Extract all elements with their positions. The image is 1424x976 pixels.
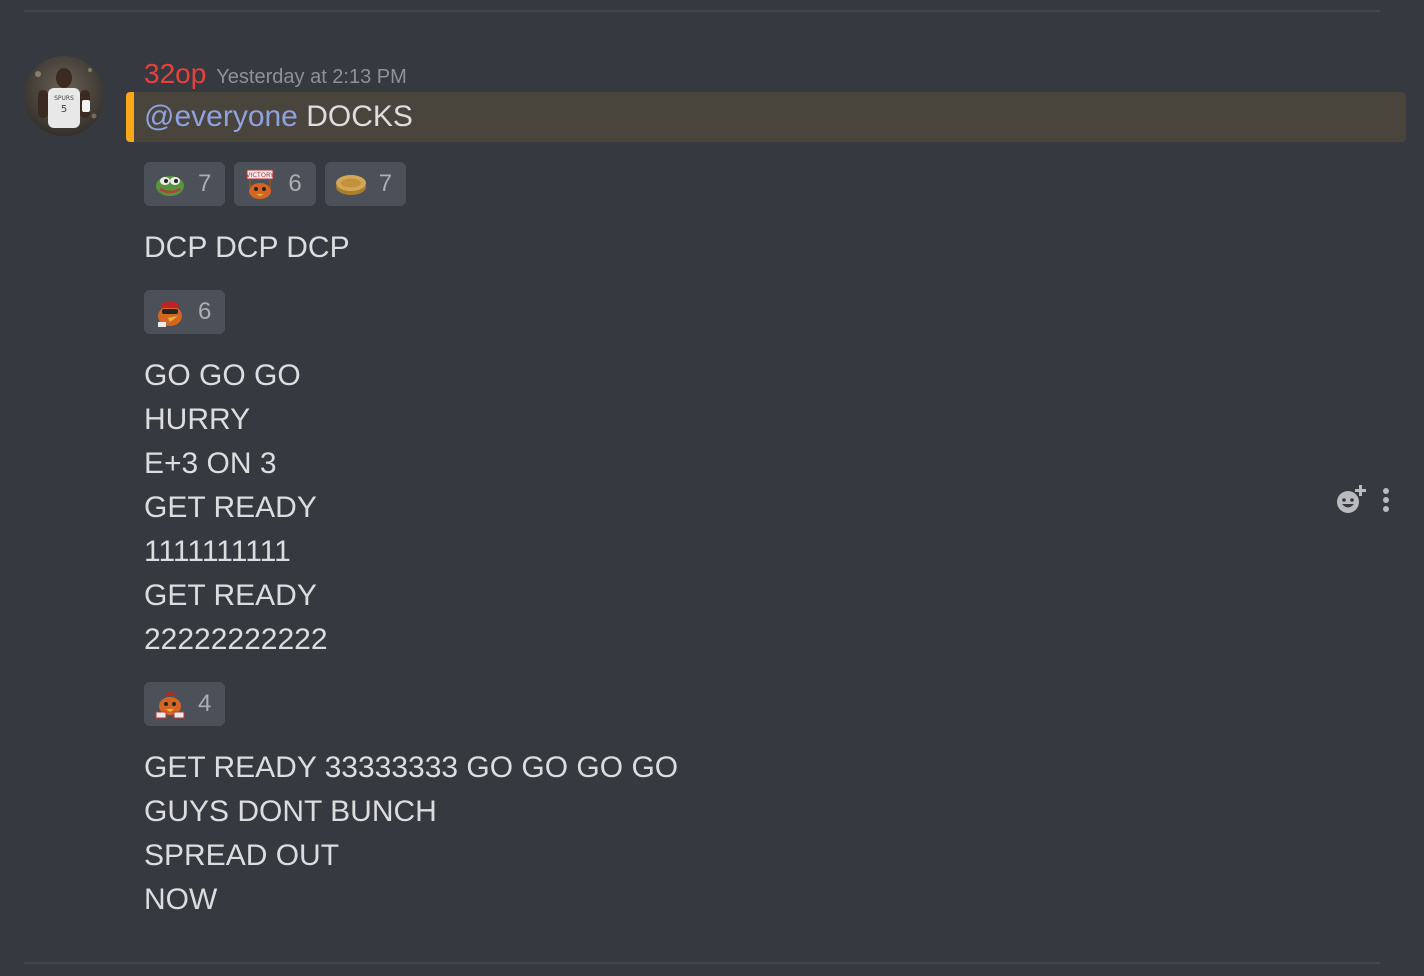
reaction-bar: 4 [144, 682, 226, 726]
add-reaction-icon[interactable] [1334, 484, 1368, 516]
chicken-dance-icon [154, 688, 186, 720]
message-hover-actions [1334, 484, 1390, 516]
mention-highlight-bar [126, 92, 134, 142]
reaction-count: 4 [198, 690, 212, 717]
reaction-pepe[interactable]: 7 [144, 162, 226, 206]
message-line: GET READY [144, 579, 317, 612]
svg-text:SPURS: SPURS [54, 95, 74, 102]
message-line: GUYS DONT BUNCH [144, 795, 437, 828]
message-line-mention: @everyone DOCKS [144, 92, 413, 142]
message-line: 22222222222 [144, 623, 328, 656]
more-options-icon[interactable] [1382, 487, 1390, 513]
reaction-count: 6 [288, 170, 302, 197]
message-line: HURRY [144, 403, 251, 436]
message-divider-bottom [24, 962, 1380, 964]
svg-text:5: 5 [61, 104, 67, 115]
username[interactable]: 32op [144, 56, 206, 92]
reaction-bar: 6 [144, 290, 226, 334]
message-body-3: GO GO GO HURRY E+3 ON 3 GET READY 111111… [144, 354, 328, 662]
reaction-count: 7 [378, 170, 393, 197]
reaction-count: 7 [198, 170, 212, 197]
message-line: SPREAD OUT [144, 839, 340, 872]
reaction-victory[interactable]: VICTORY 6 [234, 162, 316, 206]
reaction-count: 6 [198, 298, 212, 325]
mention-message-highlight: @everyone DOCKS [126, 92, 1406, 142]
message-line: GET READY 33333333 GO GO GO GO [144, 751, 679, 784]
timestamp[interactable]: Yesterday at 2:13 PM [216, 59, 407, 95]
chicken-icon [154, 296, 186, 328]
message-line: GET READY [144, 491, 317, 524]
cookie-icon [335, 168, 367, 200]
message-line: NOW [144, 883, 218, 916]
message-line: 1111111111 [144, 535, 291, 568]
message-header: 32op Yesterday at 2:13 PM [144, 56, 407, 92]
victory-icon: VICTORY [244, 168, 276, 200]
reaction-chicken-dance[interactable]: 4 [144, 682, 226, 726]
message-body-4: GET READY 33333333 GO GO GO GO GUYS DONT… [144, 746, 678, 922]
message-line: GO GO GO [144, 359, 301, 392]
svg-text:VICTORY: VICTORY [246, 171, 274, 179]
reaction-bar: 7 VICTORY 6 7 [144, 162, 407, 206]
reaction-chicken[interactable]: 6 [144, 290, 226, 334]
message-divider-top [24, 10, 1380, 12]
avatar-image: SPURS 5 [24, 56, 104, 136]
message-text: DOCKS [306, 100, 413, 133]
reaction-cookie[interactable]: 7 [324, 162, 407, 206]
pepe-frog-icon [154, 168, 186, 200]
everyone-mention[interactable]: @everyone [144, 100, 298, 133]
message-body-2: DCP DCP DCP [144, 226, 350, 270]
message-line: E+3 ON 3 [144, 447, 277, 480]
message-line: DCP DCP DCP [144, 231, 350, 264]
avatar[interactable]: SPURS 5 [24, 56, 104, 136]
